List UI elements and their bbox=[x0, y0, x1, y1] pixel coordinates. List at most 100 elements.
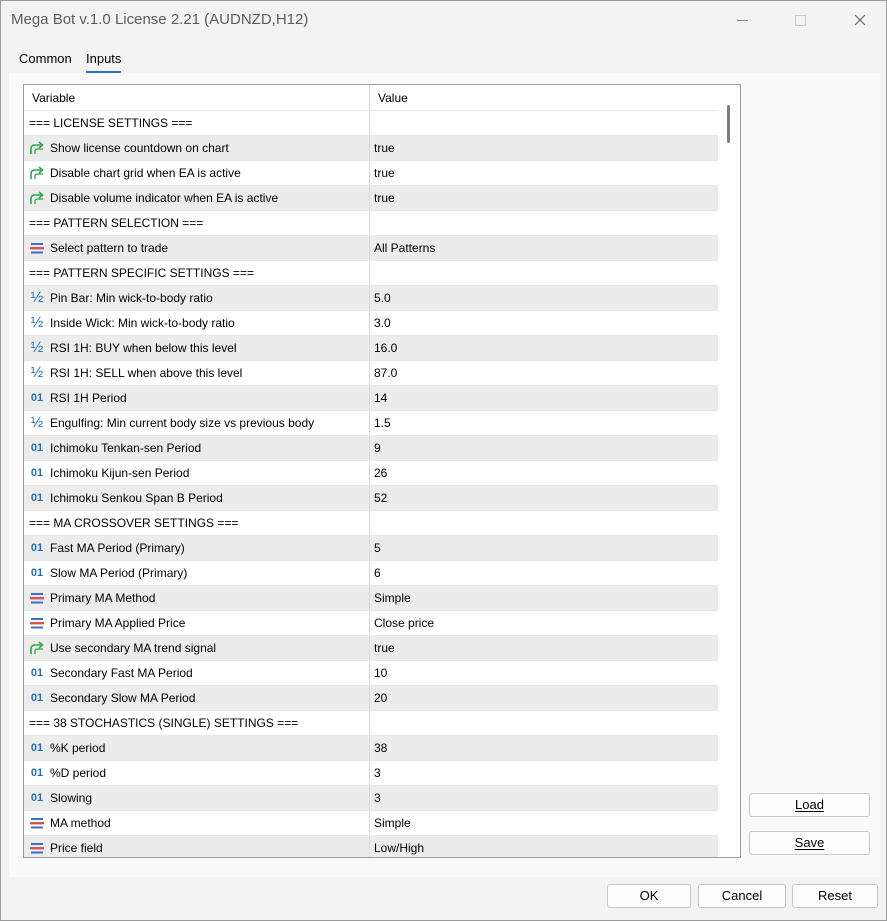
close-icon bbox=[854, 14, 866, 26]
variable-label: Primary MA Method bbox=[50, 591, 156, 605]
value-cell[interactable]: Close price bbox=[370, 611, 718, 635]
int-01-icon-glyph: 01 bbox=[30, 542, 44, 554]
value-cell[interactable]: 87.0 bbox=[370, 361, 718, 385]
load-button[interactable]: Load bbox=[749, 793, 870, 817]
variable-label: Secondary Slow MA Period bbox=[50, 691, 196, 705]
half-fraction-icon: ½ bbox=[28, 290, 46, 306]
variable-cell: === PATTERN SPECIFIC SETTINGS === bbox=[24, 261, 370, 285]
bool-arrow-icon bbox=[28, 640, 46, 656]
table-row[interactable]: Price field Low/High bbox=[24, 836, 718, 857]
table-row[interactable]: Disable volume indicator when EA is acti… bbox=[24, 186, 718, 211]
table-row[interactable]: 01 Fast MA Period (Primary) 5 bbox=[24, 536, 718, 561]
save-button[interactable]: Save bbox=[749, 831, 870, 855]
value-cell bbox=[370, 711, 718, 735]
table-row[interactable]: 01 %D period 3 bbox=[24, 761, 718, 786]
value-cell[interactable]: 14 bbox=[370, 386, 718, 410]
table-row[interactable]: 01 %K period 38 bbox=[24, 736, 718, 761]
table-row[interactable]: ½ Inside Wick: Min wick-to-body ratio 3.0 bbox=[24, 311, 718, 336]
table-row[interactable]: 01 Ichimoku Kijun-sen Period 26 bbox=[24, 461, 718, 486]
value-cell[interactable]: 16.0 bbox=[370, 336, 718, 360]
table-row[interactable]: 01 Ichimoku Tenkan-sen Period 9 bbox=[24, 436, 718, 461]
minimize-button[interactable] bbox=[719, 1, 765, 39]
title-bar: Mega Bot v.1.0 License 2.21 (AUDNZD,H12) bbox=[1, 1, 886, 39]
value-cell[interactable]: Low/High bbox=[370, 836, 718, 857]
variable-label: Disable chart grid when EA is active bbox=[50, 166, 241, 180]
column-header-variable[interactable]: Variable bbox=[24, 85, 370, 110]
table-row[interactable]: 01 Secondary Slow MA Period 20 bbox=[24, 686, 718, 711]
tab-common-label: Common bbox=[19, 51, 72, 66]
table-row[interactable]: 01 Secondary Fast MA Period 10 bbox=[24, 661, 718, 686]
section-row[interactable]: === MA CROSSOVER SETTINGS === bbox=[24, 511, 718, 536]
variable-cell: ½ RSI 1H: SELL when above this level bbox=[24, 361, 370, 385]
vertical-scrollbar[interactable] bbox=[718, 85, 740, 857]
ok-button[interactable]: OK bbox=[607, 884, 691, 908]
section-row[interactable]: === 38 STOCHASTICS (SINGLE) SETTINGS === bbox=[24, 711, 718, 736]
value-cell[interactable]: 26 bbox=[370, 461, 718, 485]
tab-common[interactable]: Common bbox=[19, 47, 72, 71]
table-row[interactable]: 01 Slow MA Period (Primary) 6 bbox=[24, 561, 718, 586]
table-row[interactable]: 01 Ichimoku Senkou Span B Period 52 bbox=[24, 486, 718, 511]
half-fraction-icon: ½ bbox=[28, 415, 46, 431]
half-fraction-icon-glyph: ½ bbox=[30, 364, 44, 381]
enum-list-icon bbox=[28, 240, 46, 256]
value-cell[interactable]: Simple bbox=[370, 586, 718, 610]
value-cell[interactable]: 9 bbox=[370, 436, 718, 460]
value-cell[interactable]: 3 bbox=[370, 761, 718, 785]
enum-list-icon bbox=[28, 815, 46, 831]
half-fraction-icon: ½ bbox=[28, 340, 46, 356]
reset-button[interactable]: Reset bbox=[792, 884, 878, 908]
variable-cell: MA method bbox=[24, 811, 370, 835]
cancel-button[interactable]: Cancel bbox=[698, 884, 786, 908]
section-row[interactable]: === PATTERN SPECIFIC SETTINGS === bbox=[24, 261, 718, 286]
int-01-icon: 01 bbox=[28, 440, 46, 456]
value-cell bbox=[370, 261, 718, 285]
value-cell bbox=[370, 111, 718, 135]
variable-label: Slowing bbox=[50, 791, 93, 805]
value-cell[interactable]: true bbox=[370, 136, 718, 160]
close-button[interactable] bbox=[837, 1, 883, 39]
value-cell[interactable]: 3 bbox=[370, 786, 718, 810]
value-cell[interactable]: true bbox=[370, 186, 718, 210]
table-row[interactable]: Select pattern to trade All Patterns bbox=[24, 236, 718, 261]
window-title: Mega Bot v.1.0 License 2.21 (AUDNZD,H12) bbox=[11, 11, 309, 28]
value-cell[interactable]: 5 bbox=[370, 536, 718, 560]
table-row[interactable]: 01 Slowing 3 bbox=[24, 786, 718, 811]
int-01-icon-glyph: 01 bbox=[30, 467, 44, 479]
variable-label: Secondary Fast MA Period bbox=[50, 666, 193, 680]
scrollbar-thumb[interactable] bbox=[727, 105, 730, 143]
variable-label: Slow MA Period (Primary) bbox=[50, 566, 188, 580]
table-row[interactable]: Primary MA Applied Price Close price bbox=[24, 611, 718, 636]
table-row[interactable]: Use secondary MA trend signal true bbox=[24, 636, 718, 661]
value-cell[interactable]: 10 bbox=[370, 661, 718, 685]
value-cell[interactable]: true bbox=[370, 161, 718, 185]
table-row[interactable]: ½ RSI 1H: SELL when above this level 87.0 bbox=[24, 361, 718, 386]
variable-cell: Show license countdown on chart bbox=[24, 136, 370, 160]
variable-cell: 01 Slow MA Period (Primary) bbox=[24, 561, 370, 585]
value-cell[interactable]: 38 bbox=[370, 736, 718, 760]
variable-cell: 01 %D period bbox=[24, 761, 370, 785]
table-row[interactable]: ½ Pin Bar: Min wick-to-body ratio 5.0 bbox=[24, 286, 718, 311]
table-row[interactable]: Disable chart grid when EA is active true bbox=[24, 161, 718, 186]
value-cell[interactable]: 52 bbox=[370, 486, 718, 510]
value-cell[interactable]: 3.0 bbox=[370, 311, 718, 335]
table-row[interactable]: MA method Simple bbox=[24, 811, 718, 836]
table-row[interactable]: Show license countdown on chart true bbox=[24, 136, 718, 161]
section-row[interactable]: === LICENSE SETTINGS === bbox=[24, 111, 718, 136]
column-header-value[interactable]: Value bbox=[370, 85, 718, 110]
table-row[interactable]: Primary MA Method Simple bbox=[24, 586, 718, 611]
table-row[interactable]: ½ Engulfing: Min current body size vs pre… bbox=[24, 411, 718, 436]
variable-label: RSI 1H: BUY when below this level bbox=[50, 341, 237, 355]
enum-list-icon bbox=[28, 590, 46, 606]
value-cell[interactable]: 6 bbox=[370, 561, 718, 585]
variable-label: Fast MA Period (Primary) bbox=[50, 541, 185, 555]
value-cell[interactable]: 20 bbox=[370, 686, 718, 710]
value-cell[interactable]: Simple bbox=[370, 811, 718, 835]
value-cell[interactable]: 5.0 bbox=[370, 286, 718, 310]
tab-inputs[interactable]: Inputs bbox=[86, 47, 122, 73]
section-row[interactable]: === PATTERN SELECTION === bbox=[24, 211, 718, 236]
value-cell[interactable]: true bbox=[370, 636, 718, 660]
value-cell[interactable]: All Patterns bbox=[370, 236, 718, 260]
value-cell[interactable]: 1.5 bbox=[370, 411, 718, 435]
table-row[interactable]: ½ RSI 1H: BUY when below this level 16.0 bbox=[24, 336, 718, 361]
table-row[interactable]: 01 RSI 1H Period 14 bbox=[24, 386, 718, 411]
